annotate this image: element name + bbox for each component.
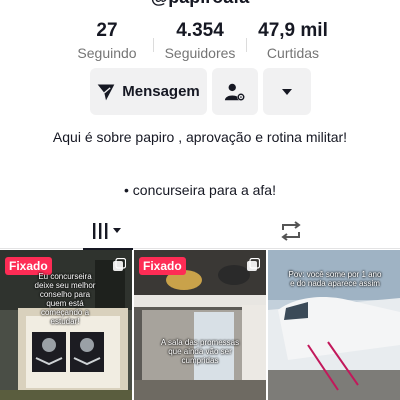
- profile-bio: Aqui é sobre papiro , aprovação e rotina…: [52, 129, 348, 145]
- profile-username: @papiroafa: [0, 0, 400, 8]
- stat-likes-value: 47,9 mil: [258, 20, 328, 41]
- send-icon: [97, 84, 115, 100]
- video-thumbnail[interactable]: Fixado A sala das promessas que ainda vã…: [134, 250, 266, 400]
- multi-photo-icon: [247, 258, 260, 271]
- stat-likes[interactable]: 47,9 mil Curtidas: [247, 20, 339, 61]
- friend-settings-button[interactable]: [211, 68, 258, 115]
- profile-bio-line: • concurseira para a afa!: [124, 182, 276, 198]
- video-thumbnail[interactable]: Fixado Eu concurseira deixe seu melhor c…: [0, 250, 132, 400]
- video-thumbnail[interactable]: Pov: você some por 1 ano e do nada apare…: [268, 250, 400, 400]
- repost-icon: [281, 220, 301, 241]
- user-settings-icon: [224, 83, 245, 101]
- more-options-button[interactable]: [262, 68, 311, 115]
- video-caption: A sala das promessas que ainda vão ser c…: [160, 338, 240, 365]
- grid-icon: [93, 222, 121, 239]
- stat-followers[interactable]: 4.354 Seguidores: [154, 20, 246, 61]
- message-button[interactable]: Mensagem: [89, 68, 207, 115]
- message-button-label: Mensagem: [122, 83, 200, 100]
- stat-likes-label: Curtidas: [266, 45, 320, 61]
- stat-following-value: 27: [96, 20, 118, 41]
- video-caption: Pov: você some por 1 ano e do nada apare…: [288, 270, 382, 288]
- stat-followers-value: 4.354: [176, 20, 224, 41]
- tab-reposts[interactable]: [266, 212, 316, 249]
- profile-stats: 27 Seguindo 4.354 Seguidores 47,9 mil Cu…: [0, 20, 400, 61]
- stat-followers-label: Seguidores: [164, 45, 236, 61]
- caret-down-icon: [281, 88, 292, 95]
- video-grid: Fixado Eu concurseira deixe seu melhor c…: [0, 250, 400, 400]
- video-caption: Eu concurseira deixe seu melhor conselho…: [34, 272, 96, 326]
- profile-actions: Mensagem: [0, 68, 400, 115]
- pinned-badge: Fixado: [139, 257, 186, 275]
- multi-photo-icon: [113, 258, 126, 271]
- profile-tabs: [0, 212, 400, 250]
- stat-following-label: Seguindo: [77, 45, 137, 61]
- stat-following[interactable]: 27 Seguindo: [61, 20, 153, 61]
- tab-videos[interactable]: [83, 212, 133, 250]
